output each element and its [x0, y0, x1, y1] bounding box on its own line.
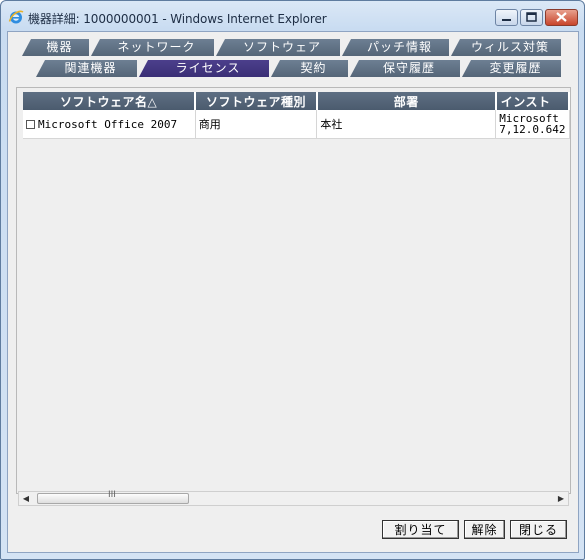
release-button[interactable]: 解除 — [464, 520, 505, 539]
browser-window: 機器詳細: 1000000001 - Windows Internet Expl… — [0, 0, 585, 560]
table-row[interactable]: Microsoft Office 2007 商用 本社 Microsoft 7,… — [23, 110, 570, 139]
column-header-install[interactable]: インスト — [495, 92, 570, 110]
tab-software[interactable]: ソフトウェア — [216, 39, 340, 56]
install-cell: Microsoft 7,12.0.642 — [495, 110, 570, 139]
close-button[interactable]: 閉じる — [510, 520, 567, 539]
department-cell: 本社 — [316, 110, 497, 139]
horizontal-scrollbar[interactable]: ◀ III ▶ — [18, 490, 569, 506]
license-table: ソフトウェア名△ ソフトウェア種別 部署 インスト Microsoft Offi… — [23, 92, 570, 139]
maximize-icon — [526, 12, 537, 22]
tab-contract[interactable]: 契約 — [271, 60, 348, 77]
column-header-department[interactable]: 部署 — [316, 92, 497, 110]
internet-explorer-icon — [8, 10, 24, 24]
column-header-software-type[interactable]: ソフトウェア種別 — [195, 92, 318, 110]
tab-patch-info[interactable]: パッチ情報 — [342, 39, 449, 56]
license-panel: ソフトウェア名△ ソフトウェア種別 部署 インスト Microsoft Offi… — [16, 87, 571, 494]
tab-maintenance-history[interactable]: 保守履歴 — [350, 60, 460, 77]
software-name: Microsoft Office 2007 — [38, 117, 178, 131]
title-bar[interactable]: 機器詳細: 1000000001 - Windows Internet Expl… — [1, 1, 584, 31]
software-name-cell: Microsoft Office 2007 — [23, 110, 196, 139]
tab-network[interactable]: ネットワーク — [91, 39, 214, 56]
close-window-button[interactable] — [545, 9, 578, 26]
window-title: 機器詳細: 1000000001 - Windows Internet Expl… — [28, 12, 327, 26]
tab-device[interactable]: 機器 — [22, 39, 89, 56]
tab-related-devices[interactable]: 関連機器 — [36, 60, 137, 77]
close-icon — [556, 12, 567, 22]
page-content: 機器 ネットワーク ソフトウェア パッチ情報 ウィルス対策 関連機器 ライセンス… — [7, 31, 579, 553]
scrollbar-thumb[interactable]: III — [37, 490, 189, 504]
table-header-row: ソフトウェア名△ ソフトウェア種別 部署 インスト — [23, 92, 570, 110]
tab-change-history[interactable]: 変更履歴 — [462, 60, 561, 77]
tab-license[interactable]: ライセンス — [139, 60, 269, 77]
assign-button[interactable]: 割り当て — [382, 520, 459, 539]
install-line-2: 7,12.0.642 — [499, 123, 566, 136]
minimize-icon — [502, 19, 511, 21]
column-header-software-name[interactable]: ソフトウェア名△ — [23, 92, 197, 110]
maximize-button[interactable] — [520, 9, 543, 26]
minimize-button[interactable] — [495, 9, 518, 26]
scroll-left-arrow-icon[interactable]: ◀ — [19, 492, 33, 505]
row-checkbox[interactable] — [26, 119, 35, 129]
software-type-cell: 商用 — [195, 110, 318, 139]
scroll-right-arrow-icon[interactable]: ▶ — [554, 492, 568, 505]
scrollbar-grip: III — [108, 490, 116, 500]
tab-antivirus[interactable]: ウィルス対策 — [451, 39, 561, 56]
